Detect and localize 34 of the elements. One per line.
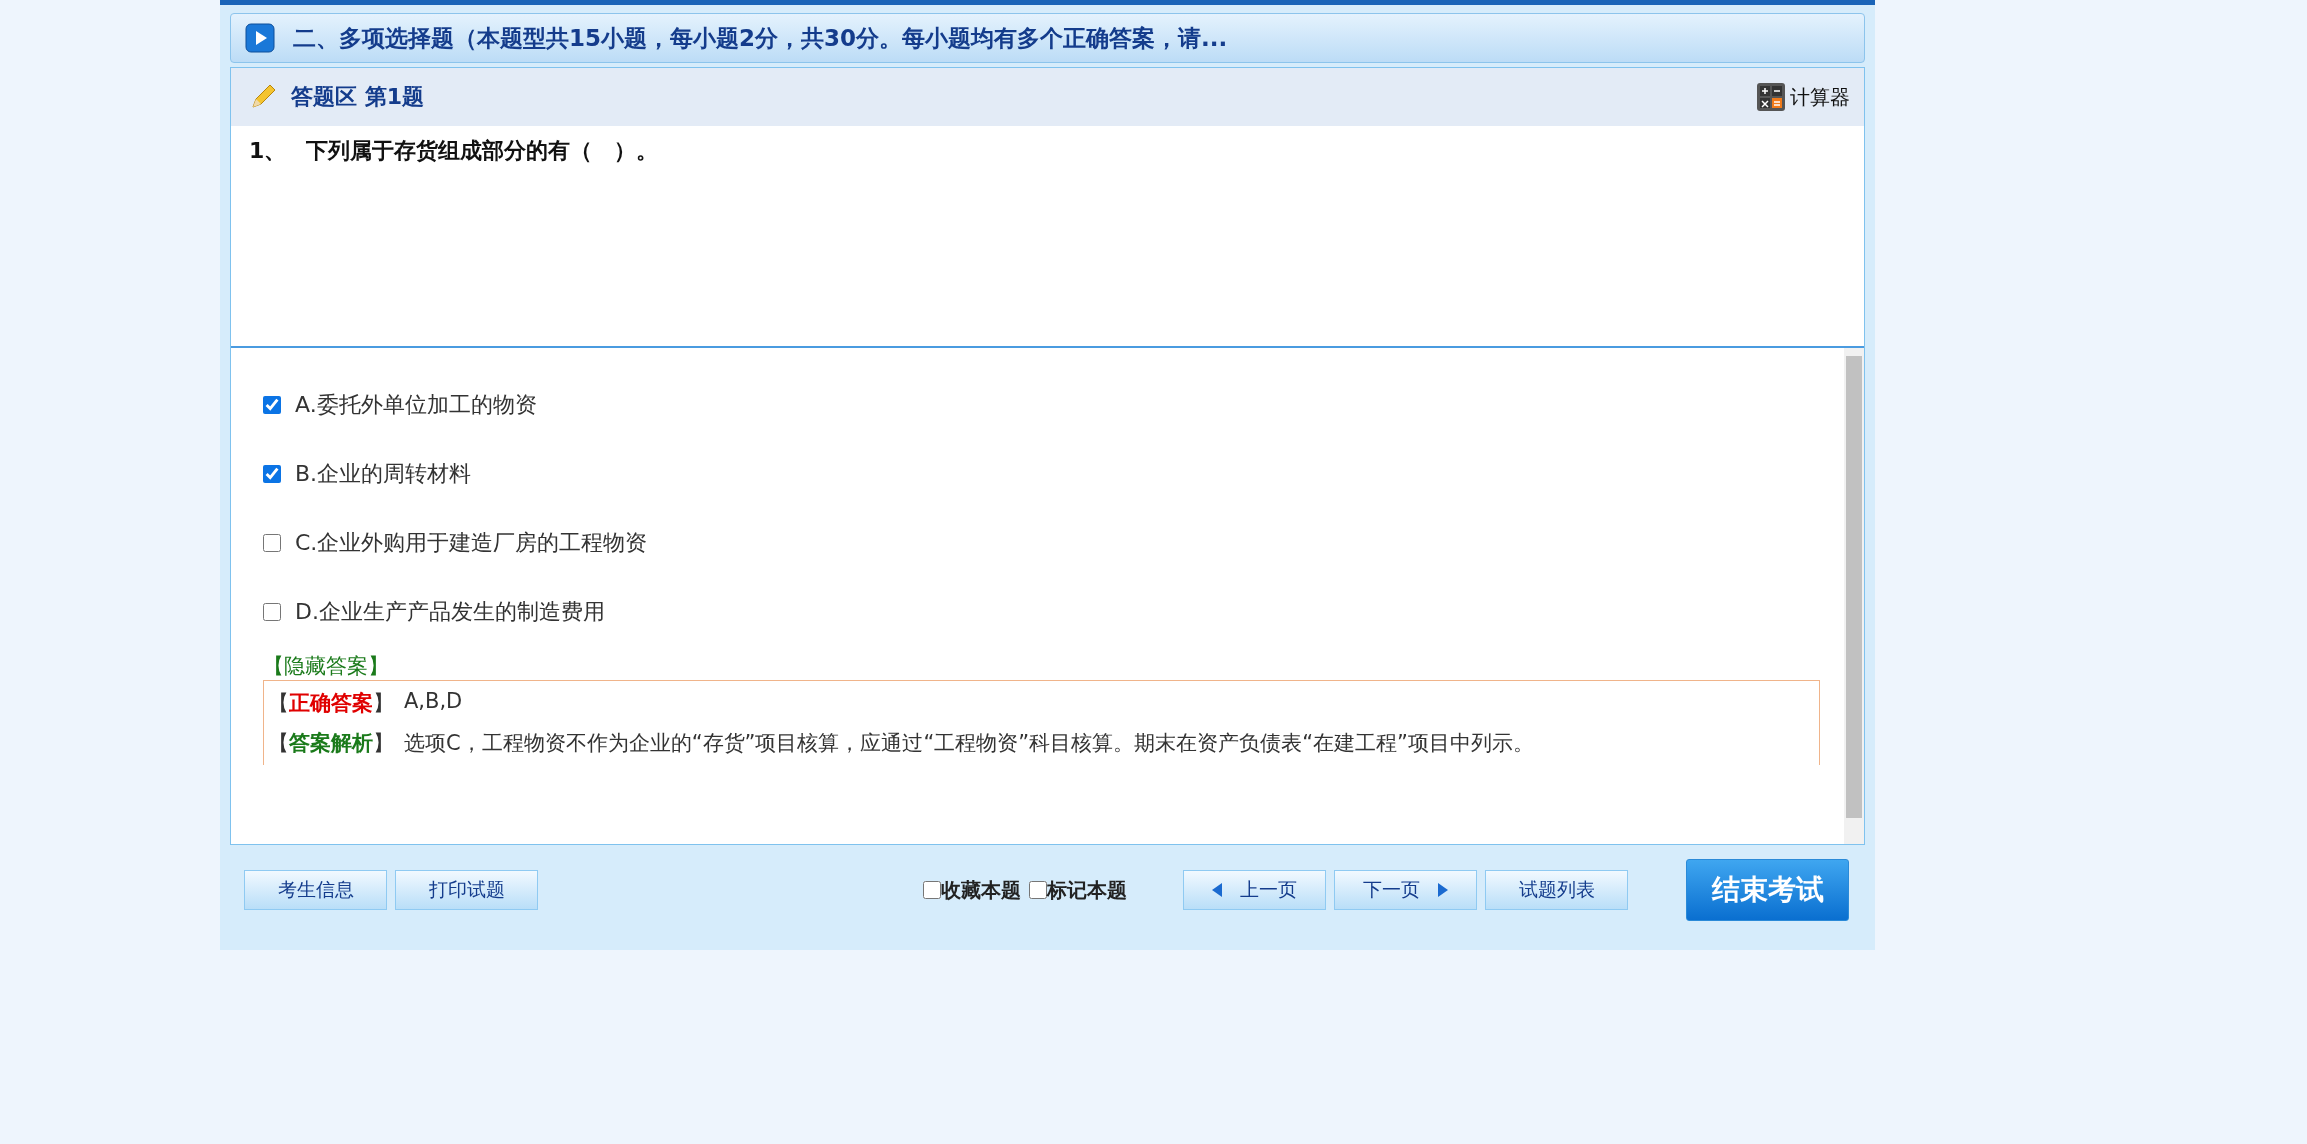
left-triangle-icon <box>1212 883 1222 897</box>
option-checkbox[interactable] <box>263 533 281 552</box>
flag-checkbox[interactable] <box>923 881 941 899</box>
flag-label: 标记本题 <box>1047 876 1127 904</box>
section-title: 二、多项选择题（本题型共15小题，每小题2分，共30分。每小题均有多个正确答案，请... <box>293 23 1228 53</box>
option-label: C.企业外购用于建造厂房的工程物资 <box>295 528 648 557</box>
finish-exam-button[interactable]: 结束考试 <box>1686 859 1849 921</box>
question-text: 下列属于存货组成部分的有（ ）。 <box>306 137 659 165</box>
hide-answer-link[interactable]: 【隐藏答案】 <box>263 652 1820 680</box>
flag-checkbox[interactable] <box>1029 881 1047 899</box>
question-number: 1、 <box>249 137 287 165</box>
correct-answer-value: A,B,D <box>404 689 463 715</box>
nav-button[interactable]: 上一页 <box>1183 870 1326 910</box>
toolbar-button[interactable]: 打印试题 <box>395 870 538 910</box>
analysis-text: 选项C，工程物资不作为企业的“存货”项目核算，应通过“工程物资”科目核算。期末在资产负债表“在建工程”项目中列示。 <box>404 730 1534 757</box>
calculator-button[interactable]: 计算器 <box>1756 82 1850 112</box>
calculator-icon <box>1756 82 1786 112</box>
option-checkbox[interactable] <box>263 395 281 414</box>
option-label: A.委托外单位加工的物资 <box>295 390 537 419</box>
nav-button[interactable]: 试题列表 <box>1485 870 1628 910</box>
play-icon <box>245 23 275 53</box>
option-label: B.企业的周转材料 <box>295 459 472 488</box>
option-checkbox[interactable] <box>263 464 281 483</box>
flag-label: 收藏本题 <box>941 876 1021 904</box>
option-checkbox[interactable] <box>263 602 281 621</box>
answer-area-title: 答题区 第1题 <box>291 83 425 111</box>
right-triangle-icon <box>1438 883 1448 897</box>
analysis-label: 【答案解析】 <box>268 730 394 757</box>
nav-button[interactable]: 下一页 <box>1334 870 1477 910</box>
option-label: D.企业生产产品发生的制造费用 <box>295 597 605 626</box>
correct-answer-label: 【正确答案】 <box>268 690 394 717</box>
pencil-icon <box>249 83 277 111</box>
toolbar-button[interactable]: 考生信息 <box>244 870 387 910</box>
scrollbar[interactable] <box>1844 348 1864 844</box>
